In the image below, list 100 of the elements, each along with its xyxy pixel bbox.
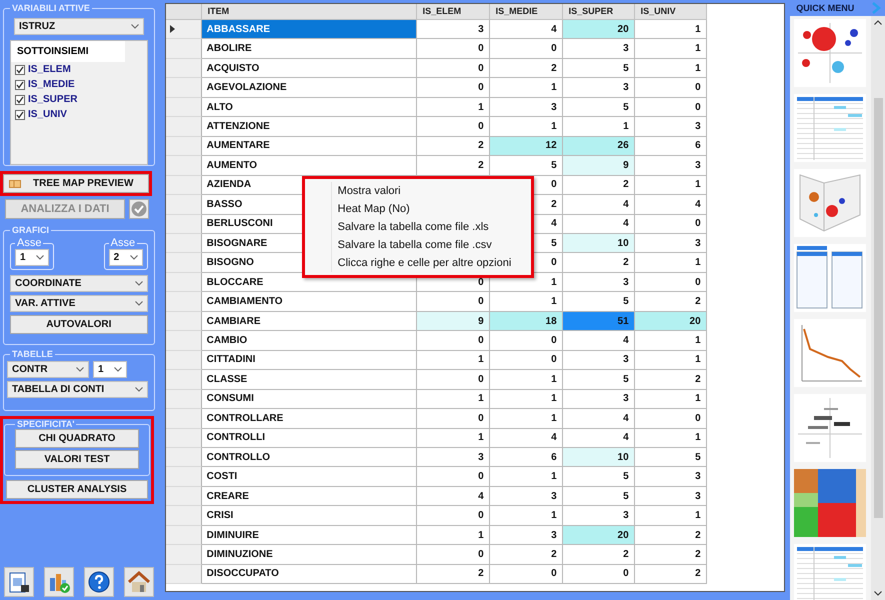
- table-cell: DIMINUIRE: [202, 526, 417, 546]
- dropdown[interactable]: COORDINATE: [10, 275, 148, 292]
- table-cell: 20: [562, 20, 635, 40]
- table-cell: CONTROLLO: [202, 448, 417, 468]
- column-header[interactable]: IS_SUPER: [562, 4, 635, 20]
- menu-item[interactable]: Clicca righe e celle per altre opzioni: [330, 254, 531, 272]
- table-cell: 1: [634, 253, 707, 273]
- column-header[interactable]: IS_ELEM: [416, 4, 490, 20]
- subset-item[interactable]: IS_ELEM: [11, 62, 147, 77]
- chevron-right-icon[interactable]: [871, 2, 881, 14]
- table-cell: 1: [416, 526, 490, 546]
- menu-item[interactable]: Mostra valori: [330, 182, 531, 200]
- chart-thumbnail[interactable]: [794, 244, 866, 312]
- caret-icon: [130, 24, 139, 29]
- test-button[interactable]: VALORI TEST: [15, 450, 139, 469]
- subset-item[interactable]: IS_MEDIE: [11, 77, 147, 92]
- list-header: SOTTOINSIEMI: [11, 41, 125, 62]
- table-cell: CAMBIO: [202, 331, 417, 351]
- table-cell: 9: [562, 156, 635, 176]
- table-cell: 4: [634, 195, 707, 215]
- table-cell: 3: [562, 350, 635, 370]
- table-cell: 0: [634, 78, 707, 98]
- caret-icon: [134, 387, 143, 392]
- table-cell: 0: [634, 214, 707, 234]
- column-header[interactable]: ITEM: [202, 4, 417, 20]
- table-cell: CRISI: [202, 506, 417, 526]
- menu-item[interactable]: Heat Map (No): [330, 200, 531, 218]
- subset-item[interactable]: IS_SUPER: [11, 92, 147, 107]
- table-cell: 1: [490, 467, 563, 487]
- dropdown[interactable]: TABELLA DI CONTI: [7, 381, 148, 398]
- chart-thumbnail[interactable]: [794, 169, 866, 237]
- confirm-button[interactable]: [129, 199, 149, 219]
- table-cell: 5: [634, 448, 707, 468]
- table-cell: ABOLIRE: [202, 39, 417, 59]
- checkbox[interactable]: [15, 80, 25, 90]
- menu-item[interactable]: Salvare la tabella come file .csv: [330, 236, 531, 254]
- eigenvalues-button[interactable]: AUTOVALORI: [10, 315, 148, 334]
- group-title: SPECIFICITA': [16, 419, 76, 429]
- dropdown[interactable]: ISTRUZ: [14, 18, 144, 35]
- table-cell: 26: [562, 136, 635, 156]
- subset-item[interactable]: IS_UNIV: [11, 107, 147, 122]
- table-cell: 0: [416, 58, 490, 78]
- dropdown[interactable]: CONTR: [7, 361, 89, 378]
- table-cell: 2: [490, 545, 563, 565]
- table-cell: 0: [490, 350, 563, 370]
- dropdown[interactable]: 1: [15, 249, 49, 266]
- checkbox[interactable]: [15, 110, 25, 120]
- table-cell: 1: [490, 390, 563, 410]
- home-icon[interactable]: [124, 567, 154, 597]
- menu-item[interactable]: Salvare la tabella come file .xls: [330, 218, 531, 236]
- table-cell: 0: [562, 564, 635, 584]
- table-cell: 1: [634, 39, 707, 59]
- dropdown[interactable]: 1: [93, 361, 127, 378]
- table-cell: 3: [634, 467, 707, 487]
- table-cell: CITTADINI: [202, 350, 417, 370]
- chart-check-icon[interactable]: [44, 567, 74, 597]
- chart-thumbnail[interactable]: [794, 319, 866, 387]
- test-button[interactable]: CHI QUADRATO: [15, 429, 139, 448]
- caret-icon: [134, 301, 143, 306]
- table-cell: 2: [634, 564, 707, 584]
- report-icon[interactable]: [4, 567, 34, 597]
- help-icon[interactable]: [84, 567, 114, 597]
- checkbox[interactable]: [15, 64, 25, 74]
- table-cell: 10: [562, 234, 635, 254]
- table-cell: 10: [562, 448, 635, 468]
- checkbox[interactable]: [15, 94, 25, 104]
- row-header[interactable]: [166, 20, 202, 40]
- quick-menu-title: QUICK MENU: [796, 3, 854, 13]
- caret-icon: [130, 255, 138, 260]
- table-cell: CONSUMI: [202, 390, 417, 410]
- table-cell: 1: [634, 176, 707, 196]
- group-title: GRAFICI: [11, 225, 50, 235]
- column-header[interactable]: IS_UNIV: [634, 4, 707, 20]
- table-cell: 0: [634, 98, 707, 118]
- scrollbar[interactable]: [871, 16, 885, 600]
- chart-thumbnail[interactable]: [794, 469, 866, 537]
- table-cell: 51: [562, 312, 635, 332]
- cluster-analysis-button[interactable]: CLUSTER ANALYSIS: [6, 480, 148, 499]
- scroll-down-icon[interactable]: [874, 591, 882, 596]
- table-cell: CAMBIAMENTO: [202, 292, 417, 312]
- row-header-corner: [166, 4, 202, 20]
- table-cell: 0: [634, 272, 707, 292]
- chart-thumbnail[interactable]: [794, 544, 866, 600]
- chart-thumbnail[interactable]: [794, 19, 866, 87]
- chart-thumbnail[interactable]: [794, 394, 866, 462]
- table-cell: 1: [634, 20, 707, 40]
- dropdown[interactable]: 2: [108, 249, 143, 266]
- axis-label: Asse: [16, 237, 42, 249]
- table-cell: 1: [490, 506, 563, 526]
- table-cell: 0: [416, 506, 490, 526]
- dropdown[interactable]: VAR. ATTIVE: [10, 295, 148, 312]
- table-cell: 1: [490, 78, 563, 98]
- column-header[interactable]: IS_MEDIE: [490, 4, 563, 20]
- tree-map-button[interactable]: TREE MAP PREVIEW: [3, 174, 149, 193]
- table-cell: 3: [562, 39, 635, 59]
- scroll-up-icon[interactable]: [874, 20, 882, 25]
- table-cell: 3: [562, 390, 635, 410]
- chart-thumbnail[interactable]: [794, 94, 866, 162]
- table-cell: 1: [634, 331, 707, 351]
- table-cell: ABBASSARE: [202, 20, 417, 40]
